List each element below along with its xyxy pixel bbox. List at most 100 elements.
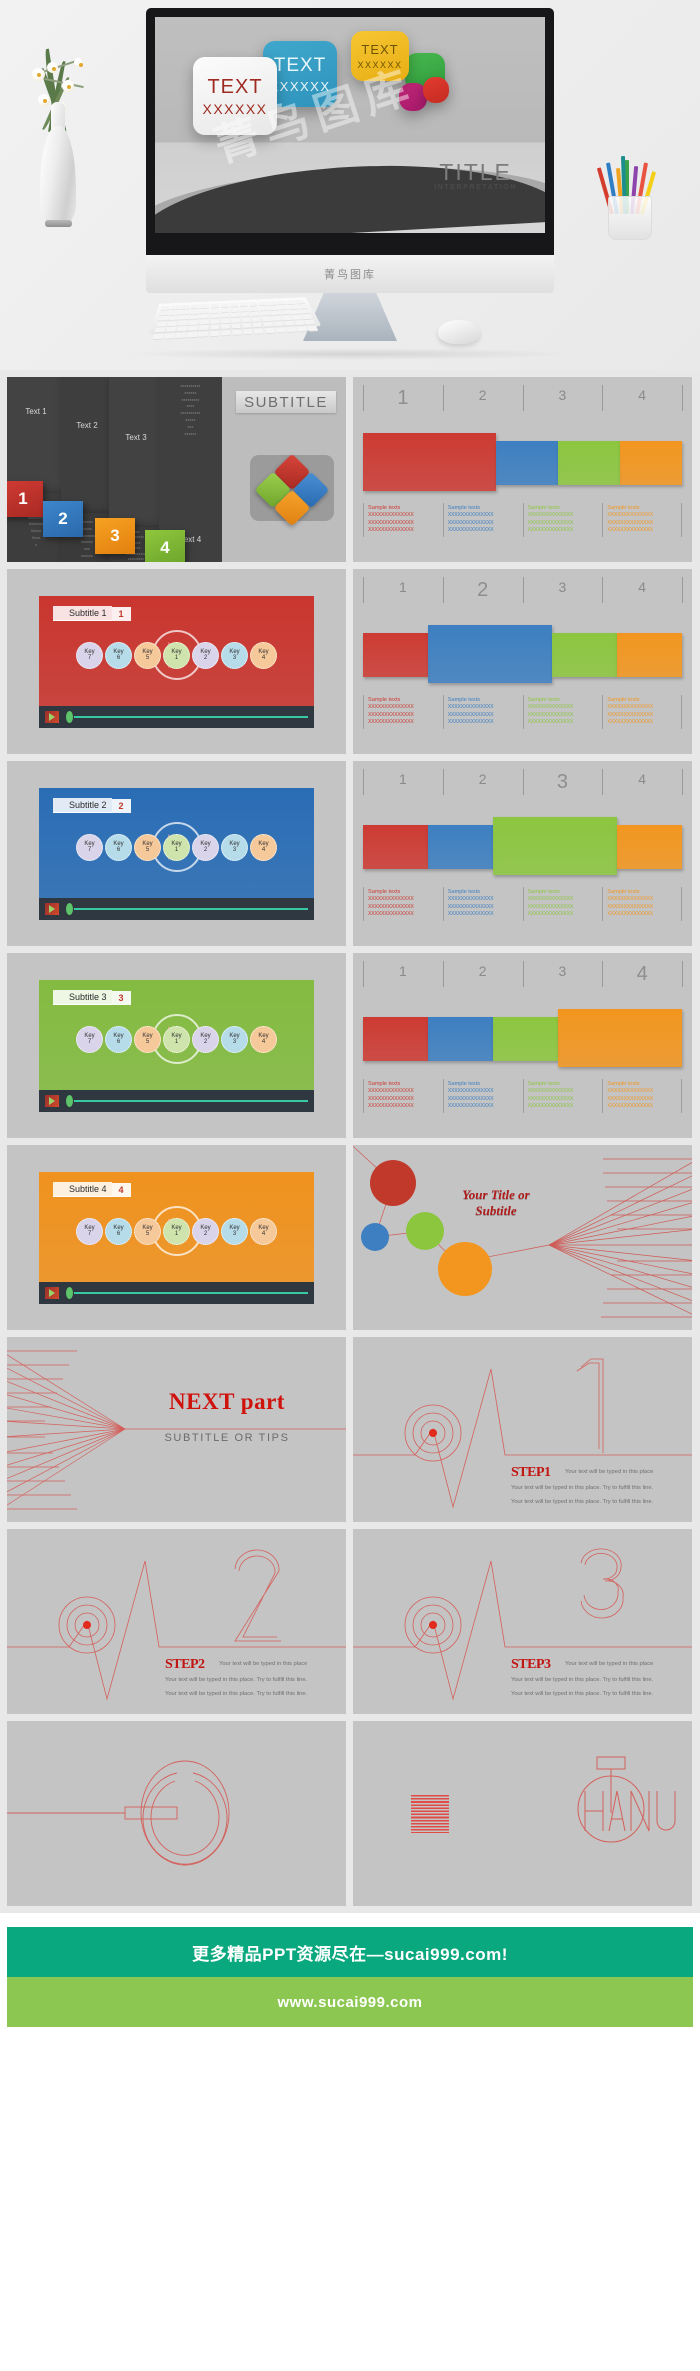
keyboard-key — [198, 331, 209, 337]
key-circle-3[interactable]: Key 3 — [221, 1217, 248, 1245]
column-header-1: 1 — [397, 387, 409, 409]
stacked-bar — [363, 817, 682, 875]
slide-bar-chart-2[interactable]: 1 2 3 4 Sample texts XXXXXXXXXXXXXX XXXXXXXXXX… — [353, 569, 692, 754]
footnote-body: XXXXXXXXXXXXXX XXXXXXXXXXXXXX XXXXXXXXXXXX… — [527, 704, 574, 726]
play-button[interactable] — [45, 902, 59, 915]
key-circle-7[interactable]: Key 7 — [76, 1025, 103, 1053]
key-number: 2 — [203, 847, 208, 853]
key-circle-3[interactable]: Key 3 — [221, 1025, 248, 1053]
slide-power-outline[interactable] — [7, 1721, 346, 1906]
progress-knob[interactable] — [66, 710, 73, 723]
slide-key-2[interactable]: Subtitle 2 2 Key 7 Key 6 Key 5 Key 1 Key 2 Key 3 Key 4 — [7, 761, 346, 946]
keyboard-key — [267, 300, 277, 306]
progress-knob[interactable] — [66, 1094, 73, 1107]
slide-step-3[interactable]: STEP3 Your text will be typed in this pla… — [353, 1529, 692, 1714]
slide-row: Subtitle 2 2 Key 7 Key 6 Key 5 Key 1 Key 2 Key 3 Key 4 … — [0, 761, 700, 953]
key-circle-6[interactable]: Key 6 — [105, 641, 132, 669]
chart-footnotes: Sample texts XXXXXXXXXXXXXX XXXXXXXXXXXXXX… — [363, 887, 682, 921]
overview-right: SUBTITLE — [222, 377, 346, 562]
footnote-body: XXXXXXXXXXXXXX XXXXXXXXXXXXXX XXXXXXXXXXXX… — [368, 704, 414, 726]
key-circle-5[interactable]: Key 5 — [134, 833, 161, 861]
panel-body: xxxxxxxxxx xxxxxx xxxxxxxxx xxxx xxxxxxx… — [180, 384, 201, 436]
progress-track[interactable] — [74, 1291, 308, 1294]
keyboard-key — [200, 304, 210, 309]
slide-row: Subtitle 4 4 Key 7 Key 6 Key 5 Key 1 Key 2 Key 3 Key 4 — [0, 1145, 700, 1337]
slide-overview[interactable]: Text 1 Xxxxx Xxxxxxx Xxxxxxxx Xxxxxxx Xx… — [7, 377, 346, 562]
slide-bar-chart-3[interactable]: 1 2 3 4 Sample texts XXXXXXXXXXXXXX XXXXXXXXXX… — [353, 761, 692, 946]
key-circle-2[interactable]: Key 2 — [192, 1025, 219, 1053]
media-player-bar[interactable] — [39, 897, 314, 920]
progress-knob[interactable] — [66, 1286, 73, 1299]
overview-number-1: 1 — [7, 481, 43, 517]
hero-banner: TEXT XXXXXX TEXT XXXXXX TEXT XXXXXX TITL… — [0, 0, 700, 370]
key-circle-7[interactable]: Key 7 — [76, 833, 103, 861]
key-number: 3 — [232, 655, 237, 661]
progress-knob[interactable] — [66, 902, 73, 915]
key-circle-4[interactable]: Key 4 — [250, 833, 277, 861]
play-button[interactable] — [45, 1286, 59, 1299]
tile-line2: XXXXXX — [357, 59, 403, 70]
slide-bar-chart-1[interactable]: 1 2 3 4 Sample texts XXXXXXXXXXXXXX XXXXXXXXXX… — [353, 377, 692, 562]
bar-segment-1 — [363, 633, 429, 677]
key-panel-header: Subtitle 44 — [53, 1181, 131, 1197]
progress-track[interactable] — [74, 715, 308, 718]
key-circle-6[interactable]: Key 6 — [105, 833, 132, 861]
keyboard-keys — [152, 299, 319, 340]
key-circle-5[interactable]: Key 5 — [134, 1025, 161, 1053]
slide-step-1[interactable]: STEP1 Your text will be typed in this pla… — [353, 1337, 692, 1522]
key-number: 6 — [116, 847, 121, 853]
column-tick — [682, 577, 683, 603]
slide-logo-hanku[interactable] — [353, 1721, 692, 1906]
key-number: 6 — [116, 655, 121, 661]
key-circle-2[interactable]: Key 2 — [192, 1217, 219, 1245]
slide-network[interactable]: Your Title or Subtitle — [353, 1145, 692, 1330]
footnote-end-rule — [681, 1079, 682, 1113]
media-player-bar[interactable] — [39, 705, 314, 728]
footnote-body: XXXXXXXXXXXXXX XXXXXXXXXXXXXX XXXXXXXXXXXX… — [447, 896, 494, 918]
key-circle-6[interactable]: Key 6 — [105, 1217, 132, 1245]
footer-bottom-band[interactable]: www.sucai999.com — [7, 1977, 693, 2027]
bar-segment-1 — [363, 433, 497, 491]
media-player-bar[interactable] — [39, 1089, 314, 1112]
footer-top-band[interactable]: 更多精品PPT资源尽在—sucai999.com! — [7, 1927, 693, 1977]
key-circle-1[interactable]: Key 1 — [163, 833, 190, 861]
key-number: 6 — [116, 1039, 121, 1045]
key-circle-7[interactable]: Key 7 — [76, 641, 103, 669]
play-button[interactable] — [45, 1094, 59, 1107]
key-circle-4[interactable]: Key 4 — [250, 1217, 277, 1245]
keyboard-key — [248, 301, 258, 306]
key-circle-3[interactable]: Key 3 — [221, 641, 248, 669]
progress-track[interactable] — [74, 1099, 308, 1102]
key-circle-2[interactable]: Key 2 — [192, 641, 219, 669]
key-circle-5[interactable]: Key 5 — [134, 641, 161, 669]
network-node-red — [370, 1160, 416, 1206]
step-text-lines: Your text will be typed in this place — [565, 1469, 654, 1475]
play-button[interactable] — [45, 710, 59, 723]
key-number: 4 — [261, 847, 266, 853]
media-player-bar[interactable] — [39, 1281, 314, 1304]
slide-next-part[interactable]: NEXT part SUBTITLE OR TIPS — [7, 1337, 346, 1522]
keyboard-key — [176, 326, 187, 332]
key-circle-2[interactable]: Key 2 — [192, 833, 219, 861]
key-circle-5[interactable]: Key 5 — [134, 1217, 161, 1245]
key-circle-1[interactable]: Key 1 — [163, 1025, 190, 1053]
footnote-label: Sample texts — [607, 1081, 640, 1087]
key-panel-label: Subtitle 1 — [53, 605, 112, 621]
footnote-cell: Sample texts XXXXXXXXXXXXXX XXXXXXXXXXXXXX… — [363, 503, 443, 537]
key-circle-7[interactable]: Key 7 — [76, 1217, 103, 1245]
key-circle-1[interactable]: Key 1 — [163, 641, 190, 669]
slide-key-3[interactable]: Subtitle 3 3 Key 7 Key 6 Key 5 Key 1 Key 2 Key 3 Key 4 — [7, 953, 346, 1138]
slide-step-2[interactable]: STEP2 Your text will be typed in this pla… — [7, 1529, 346, 1714]
slide-bar-chart-4[interactable]: 1 2 3 4 Sample texts XXXXXXXXXXXXXX XXXXXXXXXX… — [353, 953, 692, 1138]
key-circle-4[interactable]: Key 4 — [250, 641, 277, 669]
key-circle-1[interactable]: Key 1 — [163, 1217, 190, 1245]
key-circle-3[interactable]: Key 3 — [221, 833, 248, 861]
keyboard-key — [264, 327, 275, 334]
progress-track[interactable] — [74, 907, 308, 910]
slide-key-4[interactable]: Subtitle 4 4 Key 7 Key 6 Key 5 Key 1 Key 2 Key 3 Key 4 — [7, 1145, 346, 1330]
bar-segment-3 — [493, 1017, 559, 1061]
footnote-end-rule — [681, 887, 682, 921]
key-circle-6[interactable]: Key 6 — [105, 1025, 132, 1053]
slide-key-1[interactable]: Subtitle 1 1 Key 7 Key 6 Key 5 Key 1 Key 2 Key 3 Key 4 — [7, 569, 346, 754]
key-circle-4[interactable]: Key 4 — [250, 1025, 277, 1053]
